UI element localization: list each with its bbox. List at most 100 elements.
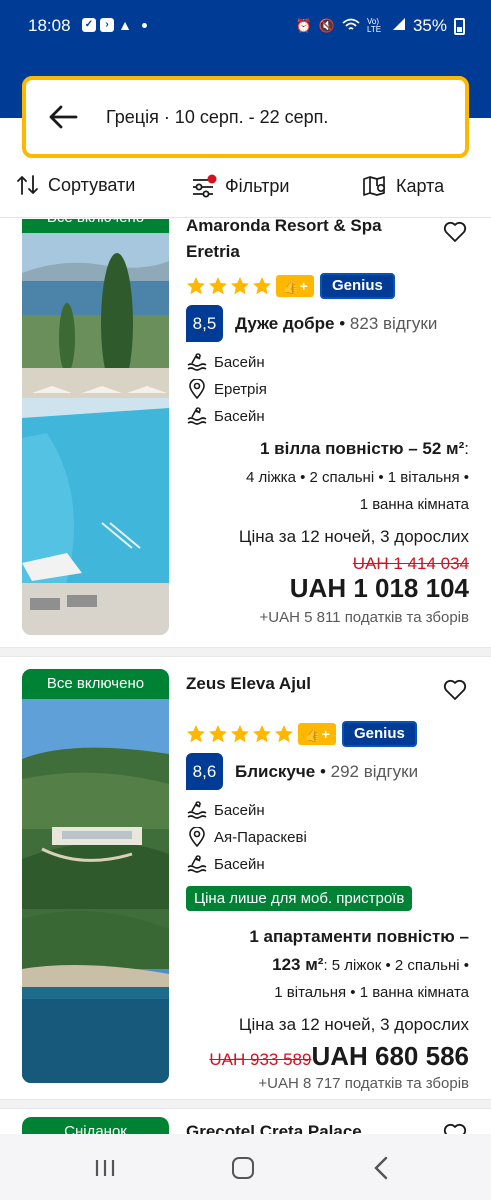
favorite-heart-icon[interactable] [443, 679, 467, 701]
old-price: UAH 1 414 034 [352, 554, 469, 573]
search-summary-bar[interactable]: Греція · 10 серп. - 22 серп. [22, 76, 469, 158]
pool-icon [187, 407, 207, 425]
mute-icon: 🔇 [318, 18, 335, 33]
rating-word: Дуже добре [235, 313, 335, 333]
mobile-only-price-badge: Ціна лише для моб. пристроїв [186, 886, 413, 911]
results-list[interactable]: Все включено Amaronda Resort & Spa Eretr… [0, 219, 491, 1134]
star-icon [187, 725, 205, 743]
card-separator [0, 647, 491, 657]
score-badge: 8,5 [186, 305, 223, 342]
review-score[interactable]: 8,5 Дуже добре • 823 відгуки [186, 305, 437, 342]
feature-label: Басейн [214, 855, 265, 873]
sort-button[interactable]: Сортувати [16, 174, 135, 196]
favorite-heart-icon[interactable] [443, 1123, 467, 1134]
back-icon[interactable] [373, 1156, 389, 1180]
reviews-count: 292 відгуки [330, 761, 419, 781]
feature-pool: Басейн [186, 406, 265, 426]
property-photo[interactable]: Все включено [22, 669, 169, 1083]
search-query-text[interactable]: Греція · 10 серп. - 22 серп. [106, 107, 328, 128]
bag-notification-icon: ▲ [118, 17, 132, 33]
room-details-line1: 4 ліжка • 2 спальні • 1 вітальня • [246, 469, 469, 486]
property-card[interactable]: Все включено Amaronda Resort & Spa Eretr… [0, 219, 491, 651]
battery-percent: 35% [412, 16, 447, 35]
room-details-line2: 1 вітальня • 1 ванна кімната [274, 984, 469, 1001]
score-badge: 8,6 [186, 753, 223, 790]
feature-label: Басейн [214, 407, 265, 425]
resort-pool-image [22, 219, 169, 635]
property-name-line2: Eretria [186, 242, 240, 261]
filters-label: Фільтри [225, 175, 290, 196]
card-separator [0, 1099, 491, 1109]
feature-label: Басейн [214, 801, 265, 819]
battery-icon [454, 17, 465, 35]
home-icon[interactable] [232, 1157, 254, 1179]
taxes-fees: +UAH 5 811 податків та зборів [259, 609, 470, 626]
property-photo[interactable]: Все включено [22, 219, 169, 635]
rating-word: Блискуче [235, 761, 316, 781]
map-icon [363, 176, 386, 196]
sort-label: Сортувати [48, 174, 136, 195]
breakfast-badge: Сніданок [22, 1117, 169, 1134]
back-arrow-icon[interactable] [48, 104, 78, 130]
star-icon [253, 725, 271, 743]
room-title-line2: 123 м²: 5 ліжок • 2 спальні • [272, 955, 469, 975]
feature-pool: Басейн [186, 352, 265, 372]
star-icon [275, 725, 293, 743]
room-area: 123 м² [272, 955, 324, 974]
system-navigation-bar [0, 1134, 491, 1200]
results-toolbar: Сортувати Фільтри Карта [0, 160, 491, 218]
feature-label: Еретрія [214, 380, 267, 398]
star-rating: 👍+ Genius [186, 273, 395, 299]
room-details-line2: 1 ванна кімната [359, 496, 469, 513]
current-price: UAH 680 586 [311, 1041, 469, 1071]
feature-location: Еретрія [186, 379, 267, 399]
pool-icon [187, 353, 207, 371]
feature-label: Ая-Параскеві [214, 828, 307, 846]
property-name[interactable]: Grecotel Creta Palace [186, 1119, 426, 1134]
star-icon [253, 277, 271, 295]
price-for: Ціна за 12 ночей, 3 дорослих [238, 527, 469, 546]
room-title-colon: : [464, 439, 469, 458]
system-icons: ⏰ 🔇 Vo) LTE 35% [296, 16, 465, 36]
current-price: UAH 1 018 104 [289, 573, 469, 603]
sort-icon [17, 175, 38, 195]
feature-pool: Басейн [186, 854, 265, 874]
wifi-icon [342, 18, 360, 35]
signal-icon [392, 16, 406, 36]
location-pin-icon [189, 379, 205, 399]
property-photo[interactable]: Сніданок [22, 1117, 169, 1134]
property-card[interactable]: Сніданок Grecotel Creta Palace [0, 1109, 491, 1134]
price-for: Ціна за 12 ночей, 3 дорослих [238, 1015, 469, 1034]
all-inclusive-badge: Все включено [22, 219, 169, 233]
reviews-count: 823 відгуки [349, 313, 438, 333]
room-title-line1: 1 апартаменти повністю – [249, 927, 469, 946]
more-notifications-dot [142, 23, 147, 28]
recent-apps-icon[interactable] [93, 1158, 117, 1178]
star-icon [209, 277, 227, 295]
star-icon [209, 725, 227, 743]
property-card[interactable]: Все включено Zeus Eleva Ajul 👍+ Genius 8… [0, 657, 491, 1097]
volte-icon: Vo) LTE [366, 17, 382, 34]
feature-label: Басейн [214, 353, 265, 371]
feature-location: Ая-Параскеві [186, 827, 307, 847]
filters-button[interactable]: Фільтри [191, 174, 289, 198]
map-button[interactable]: Карта [362, 174, 444, 198]
location-pin-icon [189, 827, 205, 847]
all-inclusive-badge: Все включено [22, 669, 169, 699]
price-row: UAH 933 589UAH 680 586 [209, 1041, 469, 1072]
star-rating: 👍+ Genius [186, 721, 417, 747]
old-price: UAH 933 589 [209, 1050, 312, 1069]
star-icon [187, 277, 205, 295]
preferred-plus-icon: 👍+ [276, 275, 314, 297]
property-name[interactable]: Amaronda Resort & Spa Eretria [186, 219, 426, 265]
room-details-line1: : 5 ліжок • 2 спальні • [323, 957, 469, 974]
filters-icon [193, 174, 217, 198]
taxes-fees: +UAH 8 717 податків та зборів [258, 1075, 469, 1092]
favorite-heart-icon[interactable] [443, 221, 467, 243]
room-title-text: 1 вілла повністю – 52 м² [259, 439, 465, 458]
status-bar: 18:08 ✓ › ▲ ⏰ 🔇 Vo) LTE 35% [0, 0, 491, 52]
property-name-line1: Amaronda Resort & Spa [186, 219, 382, 235]
review-score[interactable]: 8,6 Блискуче • 292 відгуки [186, 753, 418, 790]
arrow-notification-icon: › [100, 18, 114, 32]
property-name[interactable]: Zeus Eleva Ajul [186, 671, 426, 697]
